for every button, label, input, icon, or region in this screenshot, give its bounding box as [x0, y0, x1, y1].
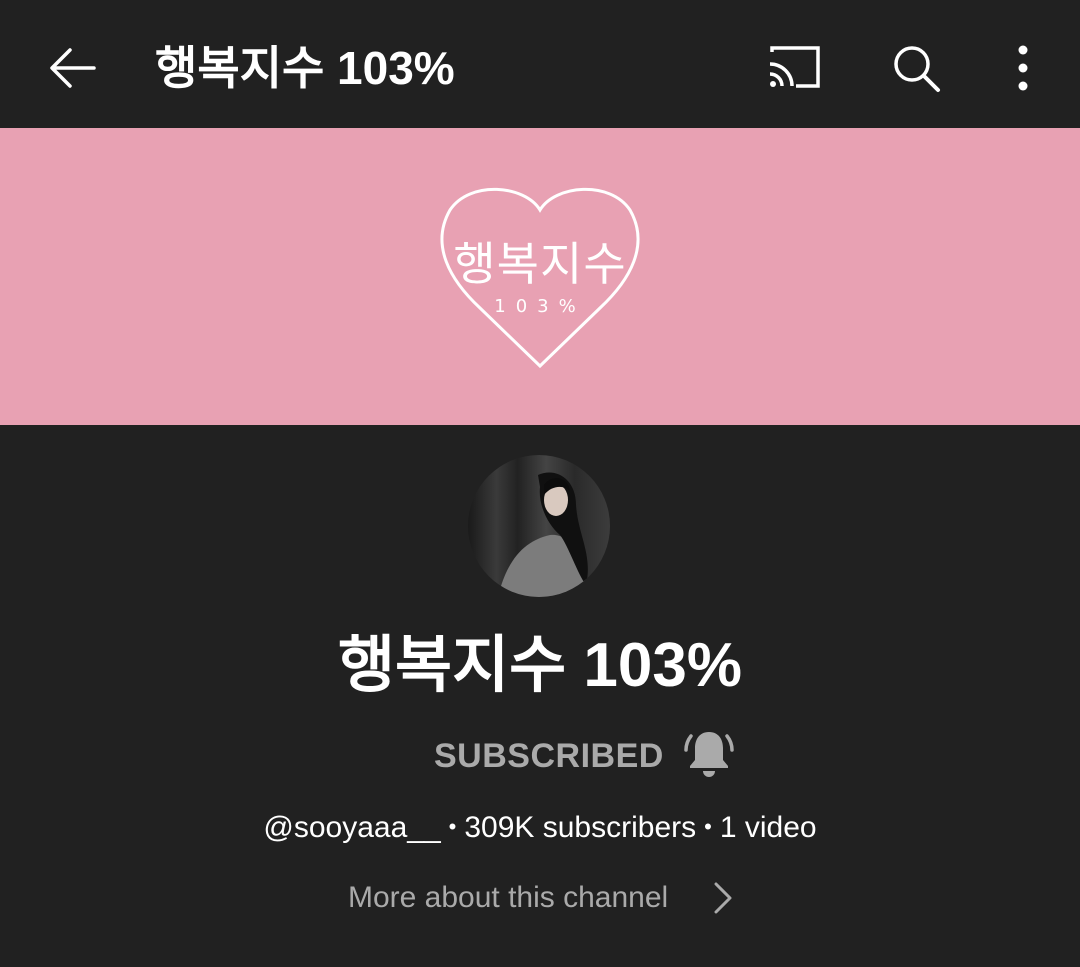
- channel-meta: @sooyaaa__ • 309K subscribers • 1 video: [0, 808, 1080, 847]
- more-about-channel-link[interactable]: More about this channel: [348, 878, 668, 918]
- separator-dot: •: [704, 814, 712, 839]
- banner-logo-text: 행복지수: [453, 238, 627, 290]
- back-arrow-icon[interactable]: [40, 36, 104, 100]
- channel-banner: 행복지수 103%: [0, 128, 1080, 425]
- separator-dot: •: [448, 814, 457, 839]
- channel-name: 행복지수 103%: [338, 631, 742, 700]
- page-title: 행복지수 103%: [155, 42, 455, 94]
- more-vert-icon[interactable]: [1000, 40, 1046, 96]
- notification-bell-icon[interactable]: [682, 726, 736, 780]
- avatar[interactable]: [468, 455, 610, 597]
- search-icon[interactable]: [888, 40, 948, 96]
- subscribe-button[interactable]: SUBSCRIBED: [434, 736, 664, 776]
- cast-icon[interactable]: [764, 40, 824, 96]
- chevron-right-icon[interactable]: [710, 880, 738, 916]
- top-app-bar: 행복지수 103%: [0, 0, 1080, 128]
- subscriber-count: 309K subscribers: [464, 811, 697, 844]
- avatar-photo: [498, 472, 588, 597]
- video-count: 1 video: [719, 811, 817, 844]
- channel-handle: @sooyaaa__: [263, 811, 441, 844]
- banner-logo-sub: 103%: [494, 296, 586, 317]
